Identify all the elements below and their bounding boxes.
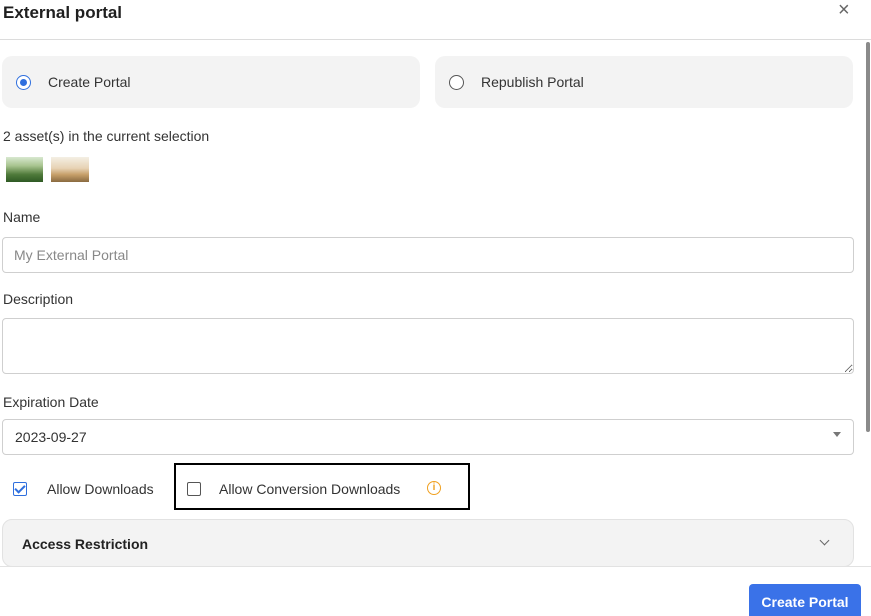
- dialog-title: External portal: [3, 3, 123, 22]
- name-input[interactable]: [2, 237, 854, 273]
- selection-count: 2 asset(s) in the current selection: [3, 128, 210, 144]
- close-icon[interactable]: ×: [838, 0, 850, 20]
- allow-downloads-label: Allow Downloads: [47, 481, 154, 497]
- allow-conversion-downloads-label: Allow Conversion Downloads: [219, 481, 401, 497]
- access-restriction-accordion[interactable]: Access Restriction: [2, 519, 854, 567]
- info-icon[interactable]: i: [427, 481, 441, 495]
- access-restriction-label: Access Restriction: [22, 536, 149, 552]
- name-label: Name: [3, 209, 41, 225]
- dropdown-caret-icon: [833, 432, 841, 437]
- create-portal-button[interactable]: Create Portal: [749, 584, 861, 616]
- chevron-down-icon: [819, 535, 830, 546]
- description-label: Description: [3, 291, 74, 307]
- allow-downloads-checkbox[interactable]: [13, 482, 27, 496]
- asset-thumbnail-1[interactable]: [6, 157, 43, 182]
- asset-thumbnail-2[interactable]: [51, 157, 89, 182]
- scrollbar[interactable]: [866, 42, 870, 432]
- description-textarea[interactable]: [2, 318, 854, 374]
- allow-conversion-downloads-checkbox[interactable]: [187, 482, 201, 496]
- expiration-date-value: 2023-09-27: [15, 429, 87, 445]
- create-portal-option[interactable]: Create Portal: [2, 56, 420, 108]
- radio-create-portal[interactable]: [16, 75, 31, 90]
- expiration-label: Expiration Date: [3, 394, 99, 410]
- radio-republish-portal[interactable]: [449, 75, 464, 90]
- dialog-header: External portal ×: [0, 0, 871, 40]
- create-portal-label: Create Portal: [48, 74, 131, 90]
- republish-portal-option[interactable]: Republish Portal: [435, 56, 853, 108]
- expiration-date-select[interactable]: 2023-09-27: [2, 419, 854, 455]
- footer-divider: [0, 566, 871, 567]
- republish-portal-label: Republish Portal: [481, 74, 584, 90]
